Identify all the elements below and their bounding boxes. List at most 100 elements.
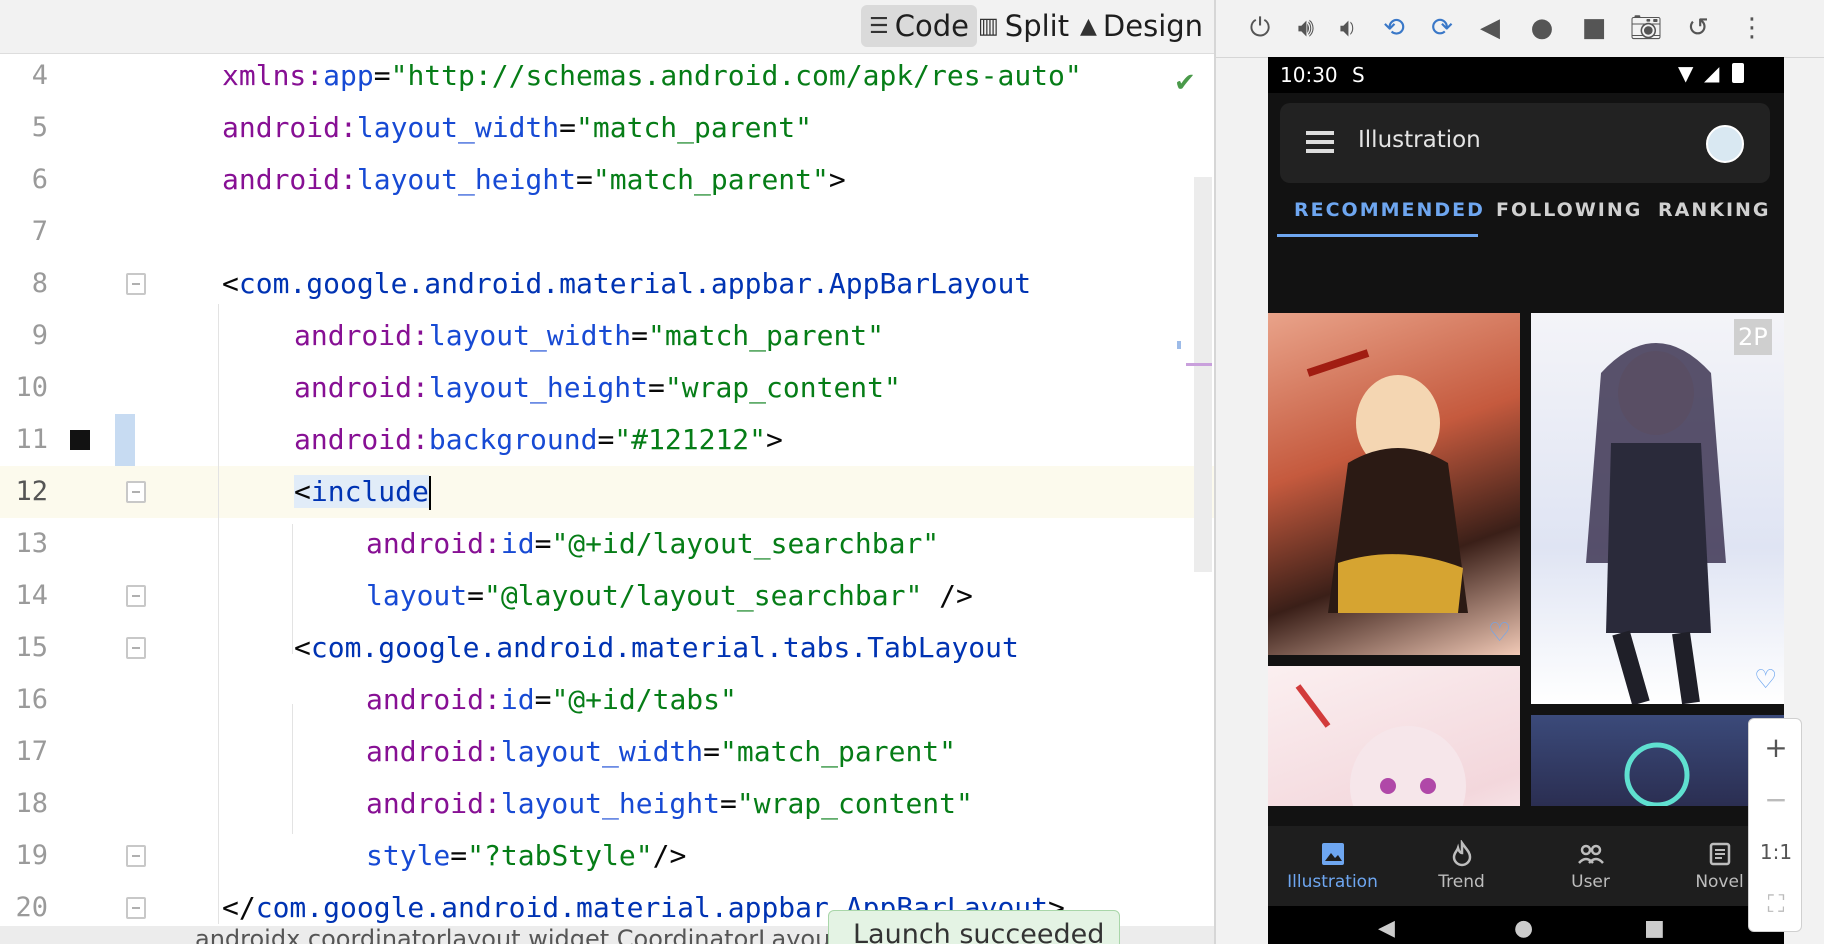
code-text: android:layout_height="wrap_content" [294,362,901,414]
fold-marker-icon[interactable] [126,637,146,659]
nav-illustration[interactable]: Illustration [1268,826,1397,906]
zoom-out-button[interactable]: − [1749,775,1803,825]
zoom-in-button[interactable]: + [1749,723,1803,773]
code-token: = [720,787,737,820]
code-line[interactable]: 11 android:background="#121212"> [0,414,1214,466]
code-text: <com.google.android.material.appbar.AppB… [222,258,1031,310]
editor-scrollbar[interactable] [1194,177,1212,572]
design-view-button[interactable]: ▲ Design [1072,5,1211,47]
menu-icon[interactable] [1306,131,1334,135]
code-line[interactable]: 9 android:layout_width="match_parent" [0,310,1214,362]
fold-marker-icon[interactable] [126,897,146,919]
code-editor[interactable]: 4 xmlns:app="http://schemas.android.com/a… [0,54,1214,926]
code-line[interactable]: 13 android:id="@+id/layout_searchbar" [0,518,1214,570]
line-number: 12 [15,476,48,507]
fold-marker-icon[interactable] [126,273,146,295]
code-line[interactable]: 16 android:id="@+id/tabs" [0,674,1214,726]
code-token: < [294,631,311,664]
code-line[interactable]: 15 <com.google.android.material.tabs.TabL… [0,622,1214,674]
code-token: layout_height [428,371,649,404]
code-token: xmlns: [222,59,324,92]
tab-recommended[interactable]: RECOMMENDED [1294,199,1485,221]
sys-back-icon[interactable]: ◀ [1378,916,1395,941]
code-text: xmlns:app="http://schemas.android.com/ap… [222,54,1082,102]
tab-ranking[interactable]: RANKING [1658,199,1771,221]
line-number: 7 [31,216,48,247]
code-line[interactable]: 8 <com.google.android.material.appbar.App… [0,258,1214,310]
app-bar: Illustration RECOMMENDED FOLLOWING RANKI… [1268,93,1784,238]
zoom-one-to-one-button[interactable]: 1:1 [1749,827,1803,877]
code-line[interactable]: 14 layout="@layout/layout_searchbar" /> [0,570,1214,622]
line-number: 19 [15,840,48,871]
line-number: 20 [15,892,48,923]
code-token: > [828,163,846,196]
code-text: android:background="#121212"> [294,414,783,466]
volume-up-icon[interactable]: 🔊︎ [1286,8,1326,48]
illustration-card[interactable] [1531,715,1784,806]
change-gutter-marker [115,414,135,466]
device-screen[interactable]: 10:30 S ▼ ◢ Illustration RECOMMENDED FOL… [1268,57,1784,944]
fold-marker-icon[interactable] [126,585,146,607]
split-view-button[interactable]: ▥ Split [970,5,1077,47]
illustration-card[interactable] [1268,666,1520,806]
fit-screen-icon[interactable]: ⛶ [1749,879,1803,929]
overview-icon[interactable]: ■ [1574,8,1614,48]
more-icon[interactable]: ⋮ [1732,8,1772,48]
code-token: > [766,423,783,456]
heart-icon[interactable]: ♡ [1488,618,1511,648]
indent-guide [292,704,293,834]
volume-down-icon[interactable]: 🔉︎ [1328,8,1368,48]
code-line[interactable]: 7 [0,206,1214,258]
code-token: "wrap_content" [736,787,973,820]
nav-label: User [1571,872,1610,892]
rotate-right-icon[interactable]: ⟳ [1422,8,1462,48]
home-icon[interactable]: ● [1522,8,1562,48]
nav-trend[interactable]: Trend [1397,826,1526,906]
heart-icon[interactable]: ♡ [1754,665,1777,695]
fold-marker-icon[interactable] [126,845,146,867]
code-token: < [222,267,239,300]
snapshot-icon[interactable]: ↺ [1678,8,1718,48]
code-line[interactable]: 6 android:layout_height="match_parent"> [0,154,1214,206]
code-token: android: [366,527,501,560]
nav-label: Illustration [1287,872,1378,892]
code-line[interactable]: 5 android:layout_width="match_parent" [0,102,1214,154]
color-swatch-icon[interactable] [70,430,90,450]
sys-overview-icon[interactable]: ■ [1644,916,1665,941]
fold-marker-icon[interactable] [126,481,146,503]
tab-following[interactable]: FOLLOWING [1496,199,1642,221]
code-view-button[interactable]: ☰ Code [861,5,977,47]
nav-user[interactable]: User [1526,826,1655,906]
code-line[interactable]: 10 android:layout_height="wrap_content" [0,362,1214,414]
line-number: 14 [15,580,48,611]
illustration-card[interactable]: ♡ [1268,313,1520,655]
code-line[interactable]: 12 <include [0,466,1214,518]
code-line[interactable]: 17 android:layout_width="match_parent" [0,726,1214,778]
code-line[interactable]: 18 android:layout_height="wrap_content" [0,778,1214,830]
line-number: 17 [15,736,48,767]
code-text: style="?tabStyle"/> [366,830,686,882]
back-icon[interactable]: ◀ [1470,8,1510,48]
caret-marker [1186,363,1212,366]
camera-icon[interactable]: 📷︎ [1626,8,1666,48]
code-token: layout_width [428,319,632,352]
tab-layout: RECOMMENDED FOLLOWING RANKING [1268,185,1784,238]
code-line[interactable]: 4 xmlns:app="http://schemas.android.com/a… [0,54,1214,102]
power-icon[interactable]: ⏻ [1240,8,1280,48]
code-token: "@+id/tabs" [551,683,737,716]
code-line[interactable]: 19 style="?tabStyle"/> [0,830,1214,882]
avatar[interactable] [1706,125,1744,163]
sys-home-icon[interactable]: ● [1514,916,1533,941]
rotate-left-icon[interactable]: ⟲ [1374,8,1414,48]
code-token: = [450,839,468,872]
code-text: android:layout_width="match_parent" [294,310,884,362]
code-token: background [428,423,598,456]
list-icon: ☰ [869,13,889,39]
code-token: android: [366,735,501,768]
image-icon [1321,843,1344,865]
searchbar[interactable]: Illustration [1280,103,1770,183]
zoom-controls: + − 1:1 ⛶ [1748,718,1802,932]
illustration-card[interactable]: 2P ♡ [1531,313,1784,704]
code-text: <include [294,466,431,518]
tab-indicator [1277,234,1478,237]
